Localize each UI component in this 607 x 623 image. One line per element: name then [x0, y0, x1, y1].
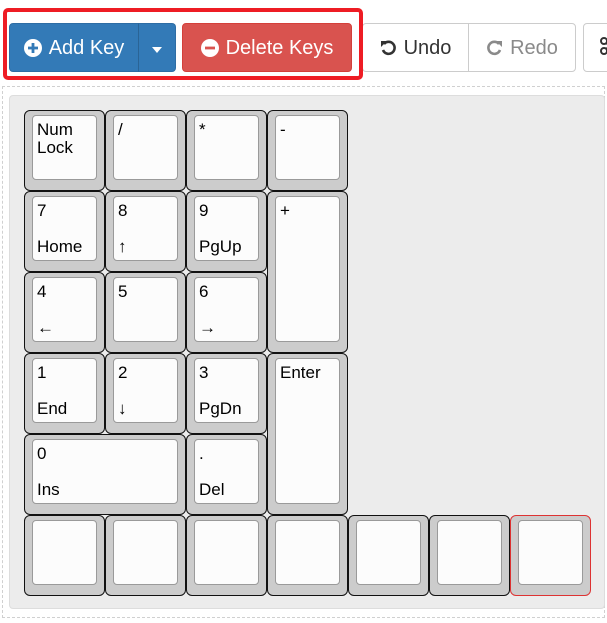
- keycap-top: 4 ←: [32, 277, 97, 342]
- add-key-button[interactable]: Add Key: [9, 23, 139, 72]
- key-nine[interactable]: 9 PgUp: [186, 191, 267, 272]
- key-legend-top: 1: [37, 363, 47, 382]
- key-legend-top: Num Lock: [37, 120, 73, 157]
- key-legend-top: -: [280, 120, 286, 139]
- keycap-top: 0 Ins: [32, 439, 178, 504]
- keyboard-editor: Num Lock / * -7 Home 8 ↑ 9 PgUp +4 ← 5 6 → 1 End 2 ↓ 3 PgDn…: [9, 95, 605, 609]
- key-legend-top: 9: [199, 201, 209, 220]
- key-minus[interactable]: -: [267, 110, 348, 191]
- key-two[interactable]: 2 ↓: [105, 353, 186, 434]
- cut-button[interactable]: [583, 23, 607, 72]
- scissors-icon: [598, 36, 607, 59]
- keycap-top: 7 Home: [32, 196, 97, 261]
- key-legend-bottom: Del: [199, 480, 225, 499]
- add-key-label: Add Key: [48, 36, 125, 59]
- key-legend-top: 7: [37, 201, 47, 220]
- keycap-top: [356, 520, 421, 585]
- key-legend-bottom: Home: [37, 237, 83, 256]
- keycap-top: 9 PgUp: [194, 196, 259, 261]
- key-legend-top: 3: [199, 363, 209, 382]
- key-asterisk[interactable]: *: [186, 110, 267, 191]
- key-four[interactable]: 4 ←: [24, 272, 105, 353]
- keycap-top: -: [275, 115, 340, 180]
- key-blank3[interactable]: [186, 515, 267, 596]
- key-legend-top: 5: [118, 282, 128, 301]
- key-five[interactable]: 5: [105, 272, 186, 353]
- key-legend-bottom: ←: [37, 318, 54, 337]
- caret-down-icon: [151, 38, 163, 58]
- key-legend-bottom: ↓: [118, 399, 127, 418]
- add-key-dropdown-button[interactable]: [138, 23, 176, 72]
- keycap-top: Num Lock: [32, 115, 97, 180]
- redo-icon: [486, 39, 503, 56]
- redo-label: Redo: [510, 36, 558, 59]
- delete-keys-button[interactable]: Delete Keys: [182, 23, 352, 72]
- key-blank2[interactable]: [105, 515, 186, 596]
- key-six[interactable]: 6 →: [186, 272, 267, 353]
- key-slash[interactable]: /: [105, 110, 186, 191]
- key-legend-bottom: ↑: [118, 237, 127, 256]
- keycap-top: [275, 520, 340, 585]
- key-legend-top: .: [199, 444, 204, 463]
- key-legend-top: 6: [199, 282, 209, 301]
- keycap-top: Enter: [275, 358, 340, 504]
- key-numlock[interactable]: Num Lock: [24, 110, 105, 191]
- key-legend-bottom: Ins: [37, 480, 60, 499]
- key-blank4[interactable]: [267, 515, 348, 596]
- delete-keys-label: Delete Keys: [225, 36, 334, 59]
- keycap-top: 3 PgDn: [194, 358, 259, 423]
- keycap-top: 1 End: [32, 358, 97, 423]
- keycap-top: *: [194, 115, 259, 180]
- key-legend-top: Enter: [280, 363, 321, 382]
- keycap-top: 5: [113, 277, 178, 342]
- keycap-top: +: [275, 196, 340, 342]
- key-blank5[interactable]: [348, 515, 429, 596]
- undo-label: Undo: [403, 36, 452, 59]
- key-legend-top: 4: [37, 282, 47, 301]
- keycap-top: [113, 520, 178, 585]
- keycap-top: 8 ↑: [113, 196, 178, 261]
- key-legend-bottom: PgDn: [199, 399, 242, 418]
- key-legend-top: +: [280, 201, 290, 220]
- key-enter[interactable]: Enter: [267, 353, 348, 515]
- key-blank7[interactable]: [510, 515, 591, 596]
- keycap-top: [32, 520, 97, 585]
- key-legend-bottom: End: [37, 399, 68, 418]
- minus-circle-icon: [200, 38, 219, 57]
- key-legend-bottom: →: [199, 318, 216, 337]
- undo-button[interactable]: Undo: [362, 23, 469, 72]
- undo-icon: [380, 39, 397, 56]
- keycap-top: . Del: [194, 439, 259, 504]
- key-three[interactable]: 3 PgDn: [186, 353, 267, 434]
- key-legend-bottom: PgUp: [199, 237, 242, 256]
- keycap-top: [194, 520, 259, 585]
- key-legend-top: *: [199, 120, 206, 139]
- key-blank1[interactable]: [24, 515, 105, 596]
- key-period[interactable]: . Del: [186, 434, 267, 515]
- keycap-top: [518, 520, 583, 585]
- toolbar: Add Key Delete Keys Undo Redo: [0, 0, 607, 90]
- key-plus[interactable]: +: [267, 191, 348, 353]
- key-blank6[interactable]: [429, 515, 510, 596]
- keycap-top: [437, 520, 502, 585]
- key-zero[interactable]: 0 Ins: [24, 434, 186, 515]
- key-one[interactable]: 1 End: [24, 353, 105, 434]
- keycap-top: 2 ↓: [113, 358, 178, 423]
- keycap-top: /: [113, 115, 178, 180]
- plus-circle-icon: [23, 38, 42, 57]
- keycap-top: 6 →: [194, 277, 259, 342]
- key-eight[interactable]: 8 ↑: [105, 191, 186, 272]
- key-legend-top: /: [118, 120, 123, 139]
- key-legend-top: 2: [118, 363, 128, 382]
- redo-button[interactable]: Redo: [468, 23, 576, 72]
- key-seven[interactable]: 7 Home: [24, 191, 105, 272]
- key-legend-top: 8: [118, 201, 128, 220]
- key-legend-top: 0: [37, 444, 47, 463]
